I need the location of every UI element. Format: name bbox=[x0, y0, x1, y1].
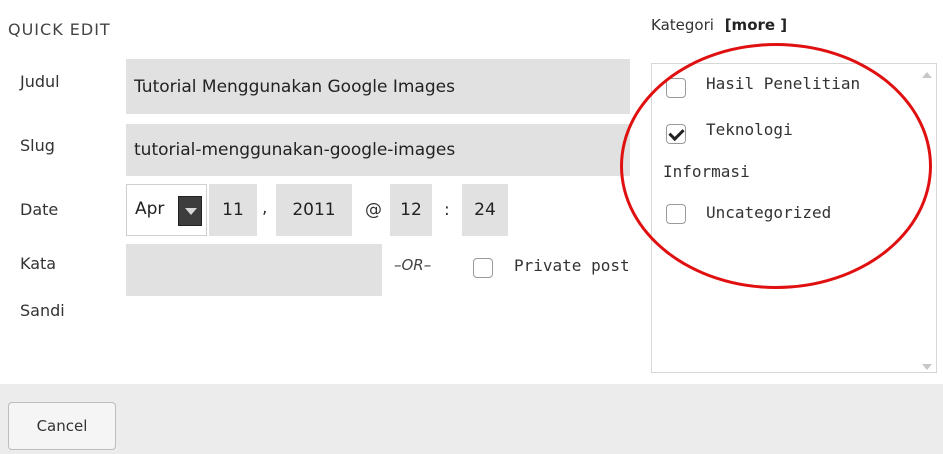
cancel-button[interactable]: Cancel bbox=[8, 402, 116, 450]
highlight-circle bbox=[620, 43, 932, 289]
category-header: Kategori [more ] bbox=[651, 16, 787, 34]
date-comma: , bbox=[262, 198, 268, 218]
quick-edit-heading: QUICK EDIT bbox=[8, 20, 111, 39]
chevron-down-icon[interactable] bbox=[178, 196, 202, 226]
time-colon: : bbox=[444, 200, 450, 220]
date-label: Date bbox=[20, 200, 59, 219]
month-select[interactable]: Apr bbox=[126, 184, 207, 236]
more-link[interactable]: [more ] bbox=[725, 16, 787, 34]
day-input[interactable] bbox=[209, 184, 257, 236]
hour-input[interactable] bbox=[390, 184, 432, 236]
scroll-up-icon[interactable] bbox=[922, 72, 932, 78]
password-label: Kata bbox=[20, 254, 57, 273]
or-separator: –OR– bbox=[394, 256, 432, 274]
password-label-cont: Sandi bbox=[20, 301, 65, 320]
month-value: Apr bbox=[135, 199, 165, 219]
scroll-down-icon[interactable] bbox=[922, 364, 932, 370]
password-input[interactable] bbox=[126, 244, 382, 296]
private-post-label: Private post bbox=[514, 256, 630, 275]
quick-edit-footer bbox=[0, 384, 943, 454]
year-input[interactable] bbox=[276, 184, 352, 236]
minute-input[interactable] bbox=[462, 184, 508, 236]
category-label: Kategori bbox=[651, 16, 714, 34]
slug-label: Slug bbox=[20, 136, 55, 155]
private-post-checkbox[interactable] bbox=[473, 258, 493, 278]
title-label: Judul bbox=[20, 72, 60, 91]
time-at: @ bbox=[365, 200, 382, 220]
slug-input[interactable] bbox=[126, 124, 630, 176]
title-input[interactable] bbox=[126, 59, 630, 114]
